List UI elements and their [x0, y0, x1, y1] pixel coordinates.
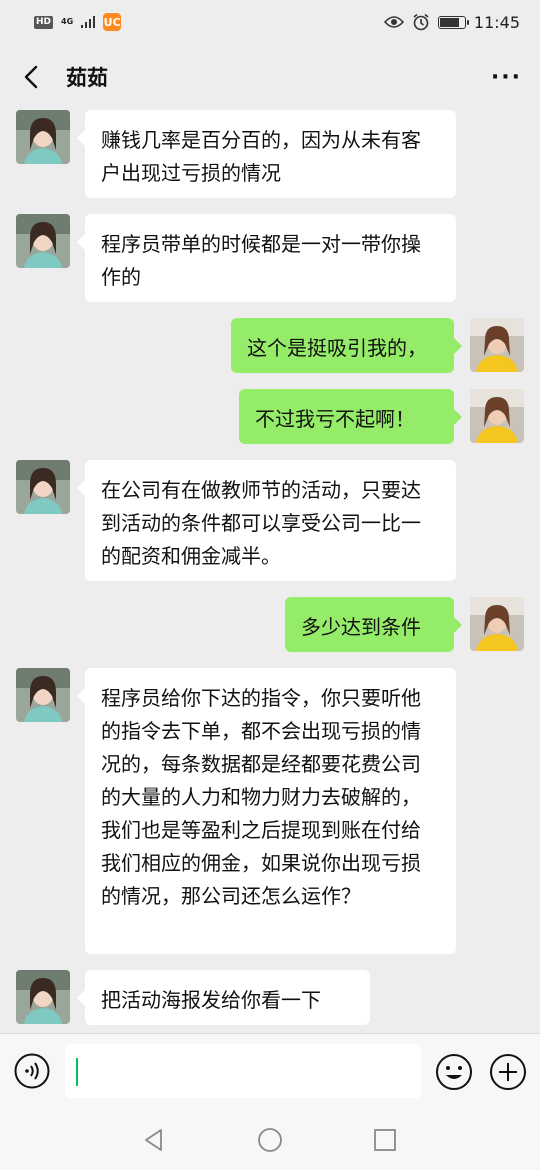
uc-browser-icon: UC	[103, 13, 122, 31]
nav-recent-apps-icon[interactable]	[372, 1127, 398, 1153]
plus-icon[interactable]	[489, 1053, 527, 1091]
message-bubble[interactable]: 这个是挺吸引我的，	[231, 318, 462, 373]
input-bar	[0, 1033, 540, 1110]
battery-icon	[437, 15, 469, 29]
signal-icon	[81, 16, 96, 28]
message-bubble[interactable]: 不过我亏不起啊！	[239, 389, 462, 444]
nav-home-icon[interactable]	[257, 1127, 283, 1153]
contact-avatar[interactable]	[16, 668, 70, 722]
user-avatar[interactable]	[470, 597, 524, 651]
network-indicator: 4G	[61, 17, 74, 26]
system-navigation-bar	[0, 1110, 540, 1170]
contact-avatar[interactable]	[16, 460, 70, 514]
user-avatar[interactable]	[470, 389, 524, 443]
chat-title: 茹茹	[66, 66, 108, 90]
chat-header: 茹茹 ···	[0, 44, 540, 110]
message-bubble[interactable]: 赚钱几率是百分百的，因为从未有客户出现过亏损的情况	[77, 110, 456, 198]
voice-icon[interactable]	[14, 1053, 50, 1089]
text-caret	[76, 1058, 78, 1086]
message-bubble[interactable]: 程序员给你下达的指令，你只要听他的指令去下单，都不会出现亏损的情况的，每条数据都…	[77, 668, 456, 954]
more-dots-icon[interactable]: ···	[491, 65, 522, 90]
message-bubble[interactable]: 在公司有在做教师节的活动，只要达到活动的条件都可以享受公司一比一的配资和佣金减半…	[77, 460, 456, 581]
message-bubble[interactable]: 把活动海报发给你看一下	[77, 970, 370, 1025]
user-avatar[interactable]	[470, 318, 524, 372]
nav-back-icon[interactable]	[141, 1127, 167, 1153]
contact-avatar[interactable]	[16, 110, 70, 164]
contact-avatar[interactable]	[16, 214, 70, 268]
clock: 11:45	[473, 12, 520, 32]
message-input[interactable]	[65, 1044, 421, 1098]
emoji-icon[interactable]	[435, 1053, 473, 1091]
message-list[interactable]: 赚钱几率是百分百的，因为从未有客户出现过亏损的情况 程序员带单的时候都是一对一带…	[0, 110, 540, 1033]
message-bubble[interactable]: 程序员带单的时候都是一对一带你操作的	[77, 214, 456, 302]
eye-comfort-icon	[383, 16, 404, 28]
message-bubble[interactable]: 多少达到条件	[285, 597, 462, 652]
back-arrow-icon[interactable]	[18, 64, 44, 90]
hd-badge: HD	[34, 15, 54, 29]
contact-avatar[interactable]	[16, 970, 70, 1024]
alarm-icon	[413, 13, 429, 31]
status-bar: HD 4G UC 11:45	[0, 0, 540, 44]
